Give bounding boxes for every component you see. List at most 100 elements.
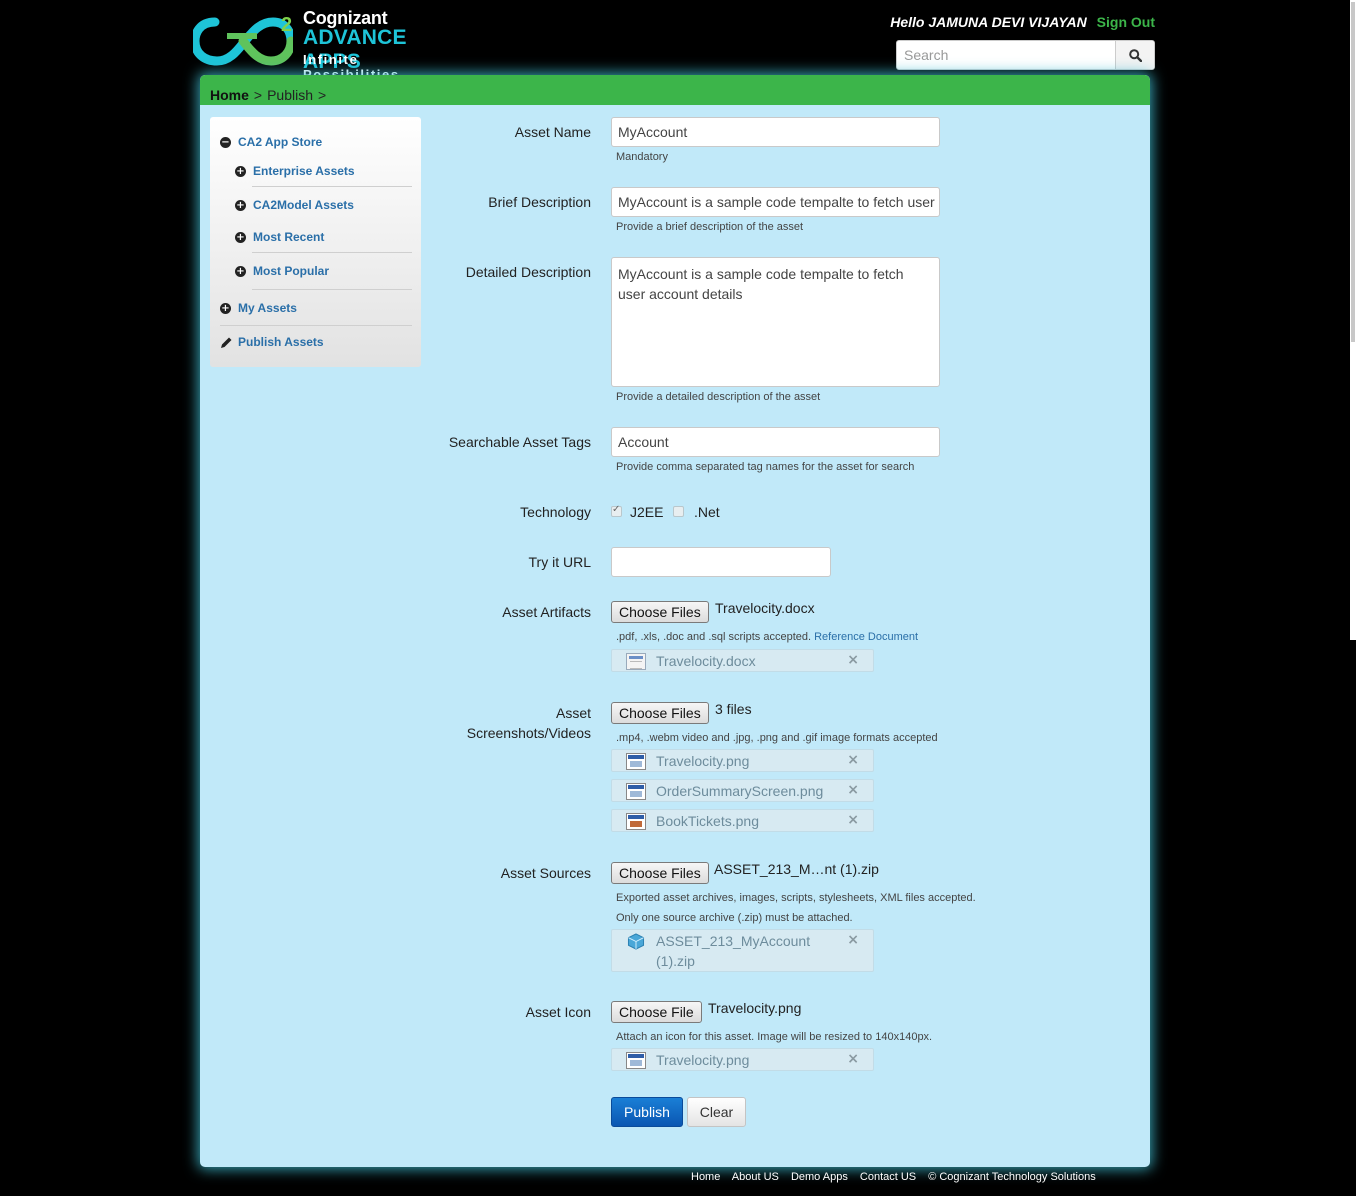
artifacts-choose-files-button[interactable]: Choose Files <box>611 601 709 623</box>
attached-file-name: Travelocity.png <box>656 753 750 769</box>
remove-file-icon[interactable]: × <box>847 782 859 798</box>
screenshots-choose-files-button[interactable]: Choose Files <box>611 702 709 724</box>
breadcrumb-separator: > <box>253 87 263 103</box>
asset-name-label: Asset Name <box>514 124 591 140</box>
document-file-icon <box>626 653 646 670</box>
sign-out-link[interactable]: Sign Out <box>1097 14 1155 30</box>
j2ee-checkbox[interactable] <box>611 504 622 517</box>
asset-artifacts-label: Asset Artifacts <box>502 604 591 620</box>
greeting-text: Hello JAMUNA DEVI VIJAYAN <box>890 14 1087 30</box>
detailed-description-textarea[interactable]: MyAccount is a sample code tempalte to f… <box>611 257 940 387</box>
remove-file-icon[interactable]: × <box>847 932 859 948</box>
sidebar-item-enterprise-assets[interactable]: + Enterprise Assets <box>235 164 355 178</box>
attached-file-name: Travelocity.docx <box>656 653 756 669</box>
footer-link-demo-apps[interactable]: Demo Apps <box>791 1171 848 1183</box>
sidebar-item-ca2-app-store[interactable]: − CA2 App Store <box>220 135 322 149</box>
remove-file-icon[interactable]: × <box>847 812 859 828</box>
asset-tags-help: Provide comma separated tag names for th… <box>616 461 915 473</box>
clear-button[interactable]: Clear <box>687 1097 746 1127</box>
sidebar-item-most-popular[interactable]: + Most Popular <box>235 264 329 278</box>
sidebar-item-label: My Assets <box>238 301 297 315</box>
attached-file-name: Travelocity.png <box>656 1052 750 1068</box>
technology-label: Technology <box>520 504 591 520</box>
sidebar-item-label: Enterprise Assets <box>253 164 355 178</box>
image-file-icon <box>626 1052 646 1069</box>
brief-description-label: Brief Description <box>488 194 591 210</box>
search-icon <box>1128 48 1142 62</box>
remove-file-icon[interactable]: × <box>847 752 859 768</box>
sidebar-item-my-assets[interactable]: + My Assets <box>220 301 297 315</box>
pencil-icon <box>221 337 232 348</box>
asset-screenshots-label-line2: Screenshots/Videos <box>466 725 591 741</box>
breadcrumb-home[interactable]: Home <box>210 87 249 103</box>
artifacts-help-text: .pdf, .xls, .doc and .sql scripts accept… <box>616 631 812 643</box>
detailed-description-label: Detailed Description <box>465 264 591 280</box>
user-greeting-bar: Hello JAMUNA DEVI VIJAYAN Sign Out <box>890 14 1155 30</box>
attached-file-item: Travelocity.png × <box>611 1048 874 1071</box>
breadcrumb-bar: Home > Publish > <box>200 75 1150 105</box>
sidebar-divider <box>220 325 412 326</box>
attached-file-name-line1: ASSET_213_MyAccount <box>656 933 811 949</box>
breadcrumb-current: Publish <box>267 87 314 103</box>
publish-button[interactable]: Publish <box>611 1097 683 1127</box>
page-scrollbar[interactable] <box>1350 0 1356 640</box>
sources-help-1: Exported asset archives, images, scripts… <box>616 892 976 904</box>
image-file-icon <box>626 813 646 830</box>
asset-name-help: Mandatory <box>616 151 668 163</box>
image-file-icon <box>626 783 646 800</box>
main-panel: Home > Publish > − CA2 App Store + Enterpri… <box>200 75 1150 1167</box>
sidebar-item-label: CA2 App Store <box>238 135 323 149</box>
asset-tags-label: Searchable Asset Tags <box>448 434 591 450</box>
detailed-description-help: Provide a detailed description of the as… <box>616 391 821 403</box>
asset-name-input[interactable]: MyAccount <box>611 117 940 147</box>
attached-file-item: Travelocity.docx × <box>611 649 874 672</box>
app-logo[interactable]: 2 Cognizant ADVANCE APPS Infinite Possib… <box>193 8 453 82</box>
icon-choose-file-button[interactable]: Choose File <box>611 1001 702 1023</box>
screenshots-help: .mp4, .webm video and .jpg, .png and .gi… <box>616 732 938 744</box>
try-url-label: Try it URL <box>528 554 591 570</box>
scrollbar-thumb[interactable] <box>1351 2 1355 342</box>
sidebar-nav: − CA2 App Store + Enterprise Assets + CA… <box>210 117 421 367</box>
asset-icon-label: Asset Icon <box>525 1004 591 1020</box>
icon-chosen-text: Travelocity.png <box>708 1000 802 1016</box>
breadcrumb: Home > Publish > <box>210 87 331 103</box>
dotnet-checkbox[interactable] <box>673 506 684 517</box>
asset-sources-label: Asset Sources <box>500 865 591 881</box>
search-button[interactable] <box>1115 41 1154 69</box>
try-url-input[interactable] <box>611 547 831 577</box>
asset-screenshots-label-line1: Asset <box>555 705 591 721</box>
logo-superscript: 2 <box>281 14 293 36</box>
search-input[interactable] <box>897 41 1116 69</box>
sidebar-item-ca2model-assets[interactable]: + CA2Model Assets <box>235 198 354 212</box>
search-box <box>896 40 1155 70</box>
attached-file-name: OrderSummaryScreen.png <box>656 783 824 799</box>
brief-description-help: Provide a brief description of the asset <box>616 221 804 233</box>
dotnet-checkbox-label: .Net <box>694 504 720 520</box>
footer-link-about[interactable]: About US <box>732 1171 779 1183</box>
artifacts-help: .pdf, .xls, .doc and .sql scripts accept… <box>616 631 918 643</box>
footer-link-home[interactable]: Home <box>691 1171 720 1183</box>
attached-file-item: Travelocity.png × <box>611 749 874 772</box>
plus-circle-icon: + <box>235 265 246 277</box>
sources-help-2: Only one source archive (.zip) must be a… <box>616 912 853 924</box>
asset-tags-input[interactable]: Account <box>611 427 940 457</box>
remove-file-icon[interactable]: × <box>847 1051 859 1067</box>
plus-circle-icon: + <box>235 231 246 243</box>
sidebar-divider <box>252 252 412 253</box>
plus-circle-icon: + <box>235 199 246 211</box>
sidebar-divider <box>252 289 412 290</box>
brief-description-input[interactable]: MyAccount is a sample code tempalte to f… <box>611 187 940 217</box>
sidebar-item-most-recent[interactable]: + Most Recent <box>235 230 324 244</box>
footer-link-contact[interactable]: Contact US <box>860 1171 916 1183</box>
sidebar-item-label: Publish Assets <box>238 335 324 349</box>
sidebar-item-label: Most Recent <box>253 230 325 244</box>
reference-document-link[interactable]: Reference Document <box>814 631 918 643</box>
attached-file-name-line2: (1).zip <box>656 953 695 969</box>
image-file-icon <box>626 753 646 770</box>
minus-circle-icon: − <box>220 136 231 148</box>
footer-copyright: © Cognizant Technology Solutions <box>928 1171 1096 1183</box>
remove-file-icon[interactable]: × <box>847 652 859 668</box>
j2ee-checkbox-label: J2EE <box>630 504 664 520</box>
sources-choose-files-button[interactable]: Choose Files <box>611 862 709 884</box>
sidebar-item-publish-assets[interactable]: Publish Assets <box>220 335 324 349</box>
